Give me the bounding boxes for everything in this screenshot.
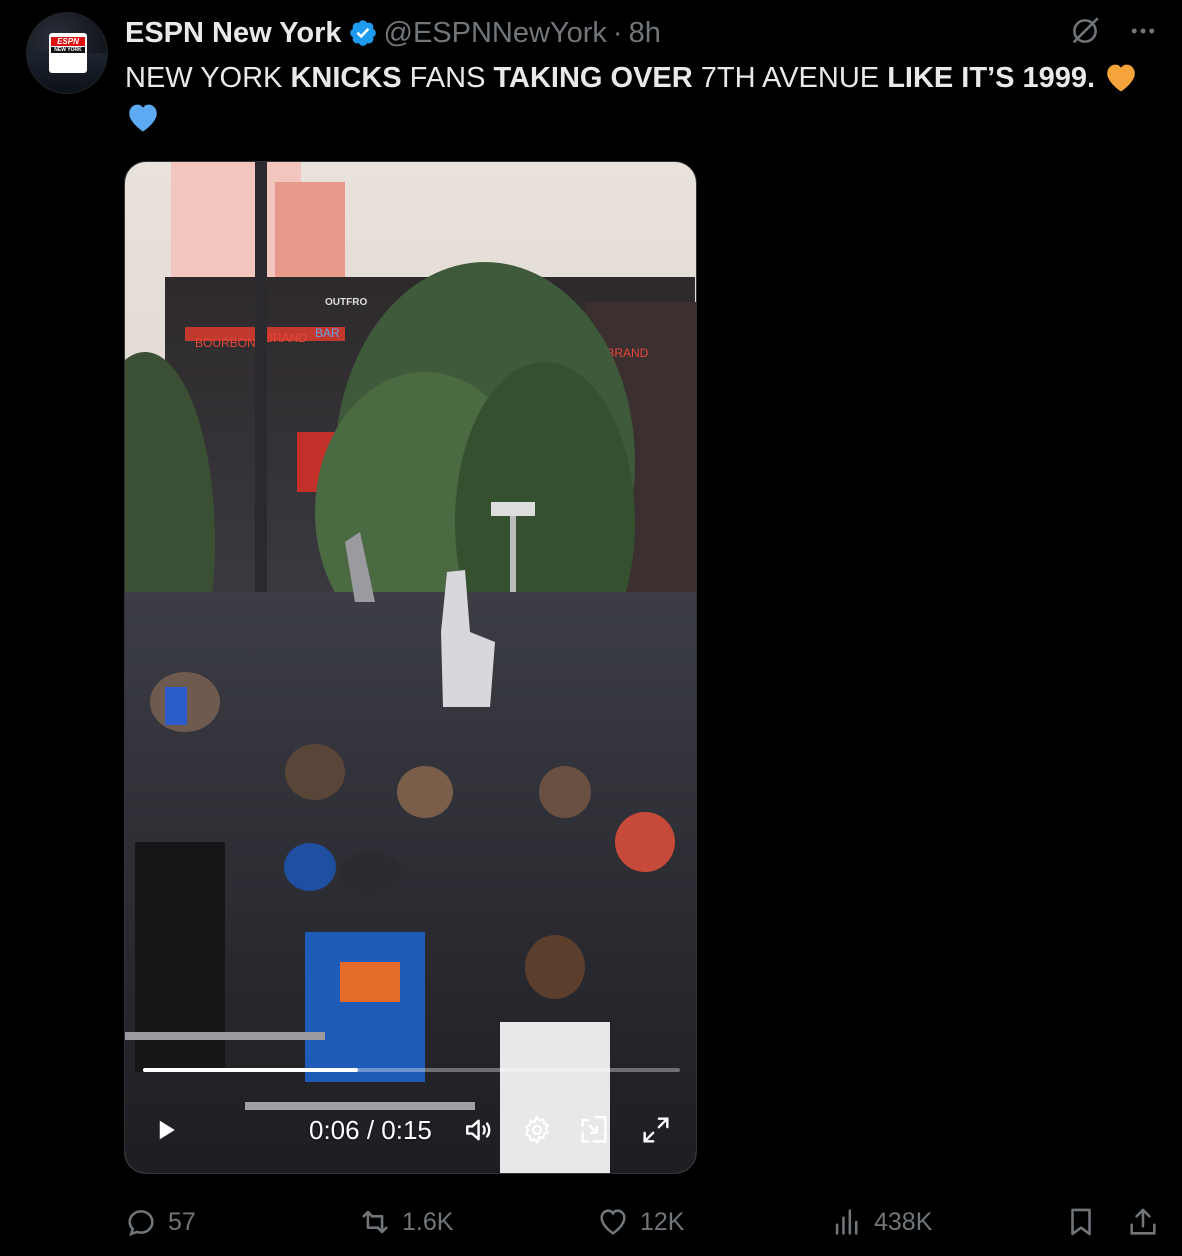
view-count: 438K — [874, 1207, 933, 1236]
tweet-text-segment: NEW YORK — [125, 62, 291, 94]
duration: 0:15 — [381, 1114, 432, 1145]
speaker-icon — [466, 1119, 491, 1141]
tweet-text: NEW YORK KNICKS FANS TAKING OVER 7TH AVE… — [125, 58, 1155, 138]
current-time: 0:06 — [309, 1114, 360, 1145]
views-button[interactable]: 438K — [830, 1200, 932, 1244]
share-button[interactable] — [1126, 1200, 1160, 1244]
post-time[interactable]: 8h — [629, 17, 661, 50]
sign-bar: BAR — [315, 326, 340, 340]
expand-icon — [643, 1117, 669, 1143]
heart-icon — [600, 1209, 626, 1235]
account-name[interactable]: ESPN New York — [125, 17, 342, 50]
settings-button[interactable] — [521, 1106, 553, 1154]
fullscreen-button[interactable] — [639, 1106, 673, 1154]
grok-icon[interactable] — [1068, 14, 1102, 48]
tweet-text-segment: 7TH AVENUE — [692, 62, 888, 94]
reply-count: 57 — [168, 1207, 196, 1236]
separator-dot: · — [612, 16, 623, 49]
gear-icon — [524, 1115, 550, 1145]
video-progress-fill — [143, 1068, 358, 1072]
analytics-icon — [835, 1209, 858, 1235]
more-options-icon[interactable] — [1128, 16, 1158, 46]
video-timecode: 0:06 / 0:15 — [309, 1106, 432, 1154]
tweet-text-segment: FANS — [401, 62, 494, 94]
tweet-text-bold-segment: KNICKS — [290, 62, 402, 94]
volume-button[interactable] — [463, 1106, 497, 1154]
new-york-logo-text: NEW YORK — [51, 47, 85, 53]
tweet-text-bold-segment: LIKE IT’S 1999. — [887, 62, 1096, 94]
repost-button[interactable]: 1.6K — [358, 1200, 453, 1244]
picture-in-picture-icon — [581, 1116, 607, 1143]
reply-button[interactable]: 57 — [124, 1200, 196, 1244]
video-player[interactable]: OUTFRO BOURBON BRAND BAR & BRAND 0:06 / … — [124, 161, 697, 1174]
tweet-header: ESPN New York @ESPNNewYork · 8h — [125, 16, 661, 50]
espn-logo-text: ESPN — [51, 37, 85, 46]
verified-badge-icon[interactable] — [348, 18, 378, 48]
sign-brand: BRAND — [265, 331, 307, 345]
bookmark-button[interactable] — [1064, 1200, 1098, 1244]
account-handle[interactable]: @ESPNNewYork — [384, 17, 607, 50]
picture-in-picture-button[interactable] — [577, 1106, 611, 1154]
repost-icon — [362, 1210, 388, 1234]
sign-outfro: OUTFRO — [325, 297, 367, 308]
avatar[interactable]: ESPN NEW YORK — [26, 12, 108, 94]
tweet-text-bold-segment: TAKING OVER — [493, 62, 693, 94]
like-button[interactable]: 12K — [596, 1200, 684, 1244]
share-icon — [1130, 1208, 1156, 1235]
video-frame: OUTFRO BOURBON BRAND BAR & BRAND — [125, 162, 696, 1173]
time-separator: / — [359, 1114, 382, 1145]
play-icon — [159, 1120, 175, 1140]
tweet-actions: 57 1.6K 12K 438K — [124, 1200, 1158, 1244]
top-right-actions — [1068, 14, 1158, 48]
orange-heart-icon — [1107, 64, 1135, 92]
video-scrubber[interactable] — [143, 1068, 680, 1072]
play-button[interactable] — [151, 1106, 181, 1154]
sign-bourbon: BOURBON — [195, 336, 256, 350]
blue-heart-icon — [129, 104, 157, 132]
video-controls: 0:06 / 0:15 — [125, 1106, 696, 1154]
reply-icon — [128, 1210, 154, 1237]
bookmark-icon — [1071, 1208, 1091, 1236]
like-count: 12K — [640, 1207, 685, 1236]
repost-count: 1.6K — [402, 1207, 454, 1236]
